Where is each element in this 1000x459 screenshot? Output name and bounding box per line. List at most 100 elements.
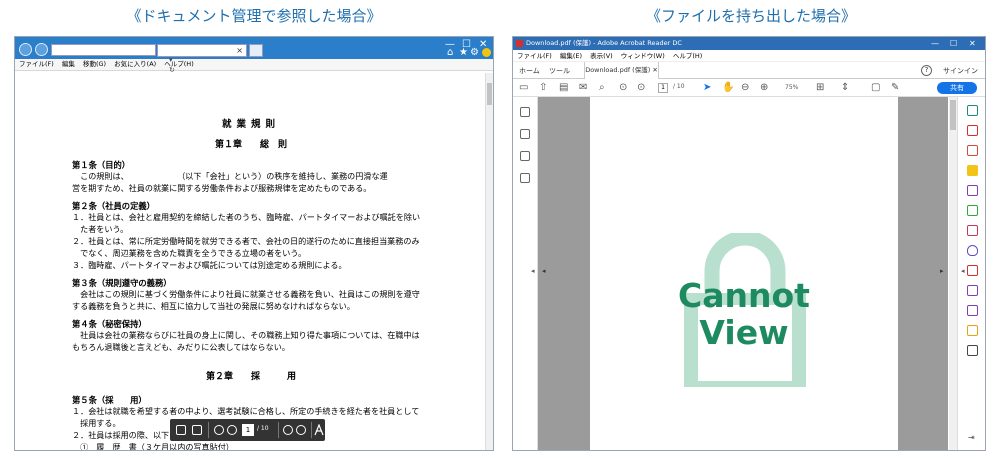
article-1-line: 営を期すため、社員の就業に関する労働条件および服務規律を定めたものである。 bbox=[72, 183, 372, 193]
search-icon[interactable]: ⌕ bbox=[599, 83, 605, 93]
menu-file[interactable]: ファイル(F) bbox=[517, 52, 552, 60]
layers-icon[interactable] bbox=[520, 173, 530, 183]
menu-edit[interactable]: 編集 bbox=[62, 60, 75, 68]
upload-icon[interactable]: ⇧ bbox=[539, 83, 547, 93]
article-5-line: １．会社は就職を希望する者の中より、選考試験に合格し、所定の手続きを経た者を社員… bbox=[72, 406, 420, 416]
next-page-arrow-icon[interactable]: ▸ bbox=[940, 267, 944, 275]
scroll-mode-icon[interactable]: ⇕ bbox=[841, 83, 849, 93]
scroll-thumb[interactable] bbox=[487, 83, 492, 105]
new-tab-button[interactable] bbox=[249, 44, 263, 57]
sign-in-link[interactable]: サインイン bbox=[943, 66, 978, 76]
article-2-line: ３．臨時雇、パートタイマーおよび嘱託については別途定める規則による。 bbox=[72, 260, 347, 270]
acrobat-icon[interactable] bbox=[314, 424, 324, 436]
article-3-line: 会社はこの規則に基づく労働条件により社員に就業させる義務を負い、社員はこの規則を… bbox=[72, 289, 420, 299]
smiley-icon[interactable] bbox=[482, 48, 491, 57]
tab-document[interactable]: Download.pdf (保護) ✕ bbox=[584, 62, 659, 79]
article-2-line: た者をいう。 bbox=[72, 224, 129, 234]
save-icon[interactable]: ▭ bbox=[519, 83, 528, 93]
fill-sign-icon[interactable] bbox=[967, 225, 978, 236]
page-thumbnails-icon[interactable] bbox=[520, 129, 530, 139]
browser-titlebar: ρ ▾ ↻ × — ☐ ✕ ⌂ ★ ⚙ bbox=[15, 37, 493, 74]
page-up-icon[interactable]: ⊙ bbox=[619, 83, 627, 93]
acrobat-titlebar: Download.pdf (保護) - Adobe Acrobat Reader… bbox=[513, 37, 985, 50]
collapse-right-icon[interactable]: ◂ bbox=[961, 267, 965, 275]
share-button[interactable]: 共有 bbox=[937, 82, 977, 94]
comment-icon[interactable]: ▢ bbox=[871, 83, 880, 93]
page-down-icon[interactable] bbox=[227, 425, 237, 435]
home-icon[interactable]: ⌂ bbox=[447, 47, 453, 58]
acrobat-toolbar: ▭ ⇧ ▤ ✉ ⌕ ⊙ ⊙ 1 / 10 ➤ ✋ ⊖ ⊕ 75% ⊞ ⇕ ▢ ✎… bbox=[513, 79, 985, 97]
settings-icon[interactable]: ⚙ bbox=[470, 47, 479, 58]
tab-tools[interactable]: ツール bbox=[549, 66, 570, 76]
window-title: Download.pdf (保護) - Adobe Acrobat Reader… bbox=[526, 39, 682, 47]
article-5-line: ２．社員は採用の際、以下 bbox=[72, 430, 170, 440]
menu-view[interactable]: 表示(V) bbox=[590, 52, 613, 60]
export-pdf-icon[interactable] bbox=[967, 105, 978, 116]
zoom-in-icon[interactable] bbox=[296, 425, 306, 435]
back-icon[interactable] bbox=[19, 43, 32, 56]
print-icon[interactable]: ▤ bbox=[559, 83, 568, 93]
fit-page-icon[interactable]: ⊞ bbox=[816, 83, 824, 93]
tab-home[interactable]: ホーム bbox=[519, 66, 540, 76]
browser-window: ρ ▾ ↻ × — ☐ ✕ ⌂ ★ ⚙ ファイル(F) 編集 移動(G) お気に… bbox=[14, 36, 494, 451]
send-for-signature-icon[interactable] bbox=[967, 285, 978, 296]
address-bar[interactable]: ρ ▾ ↻ bbox=[51, 44, 175, 74]
tab-document-label: Download.pdf (保護) bbox=[585, 66, 651, 74]
vertical-scrollbar[interactable] bbox=[485, 73, 493, 450]
create-pdf-icon[interactable] bbox=[967, 125, 978, 136]
organize-pages-icon[interactable] bbox=[967, 205, 978, 216]
menu-window[interactable]: ウィンドウ(W) bbox=[621, 52, 665, 60]
left-panel: ◂ bbox=[513, 97, 538, 450]
help-icon[interactable]: ? bbox=[921, 65, 932, 76]
certificate-icon[interactable] bbox=[967, 325, 978, 336]
page-number-field[interactable]: 1 bbox=[242, 424, 254, 436]
menu-edit[interactable]: 編集(E) bbox=[560, 52, 582, 60]
zoom-level[interactable]: 75% bbox=[785, 84, 798, 91]
expand-pane-icon[interactable]: ⇥ bbox=[968, 433, 975, 442]
attachment-icon[interactable] bbox=[520, 151, 530, 161]
browser-tab[interactable]: × bbox=[157, 44, 247, 57]
page-down-icon[interactable]: ⊙ bbox=[637, 83, 645, 93]
menu-go[interactable]: 移動(G) bbox=[83, 60, 106, 68]
combine-files-icon[interactable] bbox=[967, 185, 978, 196]
measure-icon[interactable] bbox=[967, 305, 978, 316]
article-4-line: もちろん退職後と言えども、みだりに公表してはならない。 bbox=[72, 342, 290, 352]
minimize-button[interactable]: — bbox=[931, 37, 939, 50]
close-button[interactable]: ✕ bbox=[969, 37, 976, 50]
comment-tool-icon[interactable] bbox=[967, 165, 978, 176]
print-icon[interactable] bbox=[192, 425, 202, 435]
scroll-thumb[interactable] bbox=[950, 100, 956, 130]
lock-icon[interactable] bbox=[520, 107, 530, 117]
pen-icon[interactable]: ✎ bbox=[891, 83, 899, 93]
article-2-line: １．社員とは、会社と雇用契約を締結した者のうち、臨時雇、パートタイマーおよび嘱託… bbox=[72, 212, 421, 222]
edit-pdf-icon[interactable] bbox=[967, 145, 978, 156]
article-3-line: する義務を負うと共に、相互に協力して当社の発展に努めなければならない。 bbox=[72, 301, 355, 311]
maximize-button[interactable]: ☐ bbox=[950, 37, 957, 50]
favorites-icon[interactable]: ★ bbox=[459, 47, 468, 58]
zoom-in-icon[interactable]: ⊕ bbox=[760, 83, 768, 93]
page-total: / 10 bbox=[673, 83, 685, 90]
document-background: Cannot View ◂ ▸ bbox=[538, 97, 948, 450]
zoom-out-icon[interactable] bbox=[283, 425, 293, 435]
protect-icon[interactable] bbox=[967, 245, 978, 256]
hand-tool-icon[interactable]: ✋ bbox=[722, 83, 734, 93]
more-tools-icon[interactable] bbox=[967, 345, 978, 356]
page-number-field[interactable]: 1 bbox=[658, 83, 668, 93]
menu-help[interactable]: ヘルプ(H) bbox=[673, 52, 702, 60]
page-up-icon[interactable] bbox=[214, 425, 224, 435]
menu-favorites[interactable]: お気に入り(A) bbox=[114, 60, 156, 68]
forward-icon[interactable] bbox=[35, 43, 48, 56]
view-text: View bbox=[699, 313, 789, 352]
zoom-out-icon[interactable]: ⊖ bbox=[741, 83, 749, 93]
tab-close-icon[interactable]: ✕ bbox=[652, 66, 657, 74]
save-icon[interactable] bbox=[176, 425, 186, 435]
collapse-left-icon[interactable]: ◂ bbox=[531, 267, 535, 275]
acrobat-workspace: ◂ Cannot View ◂ ▸ ◂ ⇥ bbox=[513, 97, 985, 450]
email-icon[interactable]: ✉ bbox=[579, 83, 587, 93]
vertical-scrollbar[interactable] bbox=[949, 97, 957, 450]
menu-file[interactable]: ファイル(F) bbox=[19, 60, 54, 68]
prev-page-arrow-icon[interactable]: ◂ bbox=[542, 267, 546, 275]
compress-pdf-icon[interactable] bbox=[967, 265, 978, 276]
tab-close-icon[interactable]: × bbox=[236, 45, 243, 56]
select-cursor-icon[interactable]: ➤ bbox=[703, 83, 711, 93]
